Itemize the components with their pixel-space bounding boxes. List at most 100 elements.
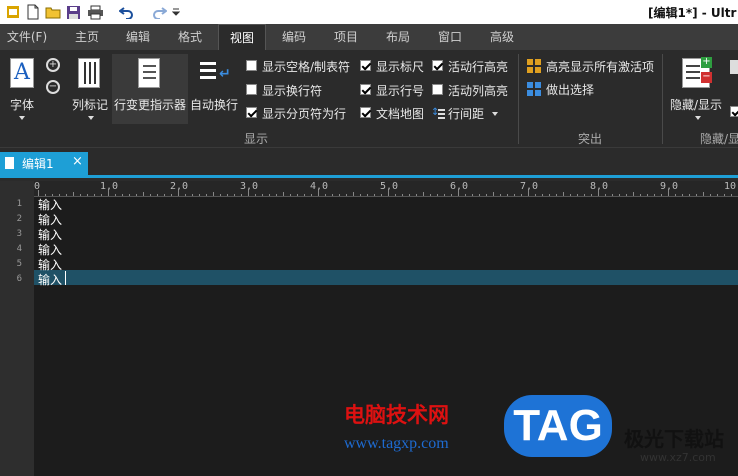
ruler-tick: [458, 190, 459, 196]
ruler-tick: [185, 194, 186, 196]
show-line-numbers-checkbox[interactable]: 显示行号: [358, 82, 428, 98]
show-page-breaks-checkbox[interactable]: 显示分页符为行: [244, 105, 356, 121]
font-label: 字体: [10, 98, 35, 112]
ruler-tick: [598, 190, 599, 196]
save-icon[interactable]: [64, 3, 82, 21]
ruler-number: 3,0: [240, 181, 259, 192]
ruler-number: 8,0: [590, 181, 609, 192]
tab-format[interactable]: 格式: [166, 24, 214, 50]
ruler-tick: [542, 194, 543, 196]
group-separator: [662, 54, 663, 144]
code-line[interactable]: 输入: [38, 271, 62, 288]
ruler-tick: [528, 190, 529, 196]
document-tab[interactable]: 编辑1 ×: [0, 152, 88, 175]
tab-project[interactable]: 项目: [322, 24, 370, 50]
checkbox-label: 显示换行符: [262, 84, 323, 98]
ruler-tick: [388, 190, 389, 196]
tab-window[interactable]: 窗口: [426, 24, 474, 50]
open-folder-icon[interactable]: [44, 3, 62, 21]
ruler-tick: [346, 194, 347, 196]
active-column-highlight-checkbox[interactable]: 活动列高亮: [430, 82, 514, 98]
word-wrap-label: 自动换行: [190, 98, 239, 112]
editor-area[interactable]: 输入 输入 输入 输入 输入 输入 电脑技术网 www.tagxp.com TA…: [34, 197, 738, 476]
ruler-tick: [101, 194, 102, 196]
tab-layout[interactable]: 布局: [374, 24, 422, 50]
ruler-tick: [514, 194, 515, 196]
group-separator: [518, 54, 519, 144]
checkbox-box: [360, 107, 371, 118]
print-icon[interactable]: [86, 3, 104, 21]
line-spacing-label: 行间距: [448, 107, 485, 121]
close-icon[interactable]: ×: [72, 154, 83, 169]
column-marker-button[interactable]: 列标记: [70, 54, 110, 124]
ruler-tick: [416, 194, 417, 196]
checkbox-box: [246, 107, 257, 118]
zoom-out-icon[interactable]: −: [46, 80, 60, 94]
group-label-hide-show: 隐藏/显: [700, 132, 738, 146]
font-button[interactable]: A 字体: [4, 54, 40, 124]
checkbox-box: [360, 60, 371, 71]
show-line-breaks-checkbox[interactable]: 显示换行符: [244, 82, 356, 98]
ruler-tick: [696, 194, 697, 196]
ruler-tick: [472, 194, 473, 196]
ruler-tick: [710, 194, 711, 196]
ruler-tick: [143, 192, 144, 196]
ruler-tick: [136, 194, 137, 196]
ribbon: A 字体 + − 列标记 行变更指示器 ↵ 自动换行 显示空格/制表符 显示换行…: [0, 50, 738, 148]
tab-home[interactable]: 主页: [62, 24, 112, 50]
ruler-tick: [94, 194, 95, 196]
line-change-indicator-button[interactable]: 行变更指示器: [112, 54, 188, 124]
line-change-indicator-label: 行变更指示器: [114, 98, 187, 112]
highlight-all-active-button[interactable]: 高亮显示所有激活项: [526, 57, 658, 75]
ruler-tick: [584, 194, 585, 196]
ruler-tick: [227, 194, 228, 196]
zoom-in-icon[interactable]: +: [46, 58, 60, 72]
active-line-highlight-checkbox[interactable]: 活动行高亮: [430, 58, 514, 74]
side-checkbox[interactable]: [730, 106, 738, 117]
ruler-tick: [108, 190, 109, 196]
checkbox-label: 显示标尺: [376, 60, 425, 74]
redo-icon[interactable]: [150, 3, 168, 21]
ruler-tick: [500, 194, 501, 196]
app-icon[interactable]: [4, 3, 22, 21]
ruler-tick: [66, 194, 67, 196]
column-marker-icon: [78, 58, 100, 88]
ruler-tick: [570, 194, 571, 196]
ruler-tick: [549, 194, 550, 196]
ruler-tick: [486, 194, 487, 196]
ruler-tick: [381, 194, 382, 196]
ruler-tick: [451, 194, 452, 196]
side-panel-icon[interactable]: [730, 60, 738, 74]
show-spaces-tabs-checkbox[interactable]: 显示空格/制表符: [244, 58, 356, 74]
ruler-tick: [325, 194, 326, 196]
line-spacing-dropdown[interactable]: ↕ 行间距: [430, 104, 500, 122]
ruler-tick: [619, 194, 620, 196]
highlight-all-label: 高亮显示所有激活项: [546, 60, 655, 74]
customize-dropdown-icon[interactable]: [170, 3, 182, 21]
make-selection-button[interactable]: 做出选择: [526, 80, 626, 98]
hide-show-button[interactable]: + − 隐藏/显示: [668, 54, 726, 124]
ruler-tick: [171, 194, 172, 196]
column-marker-label: 列标记: [72, 98, 109, 112]
tab-file[interactable]: 文件(F): [0, 24, 54, 50]
group-label-highlight: 突出: [578, 132, 603, 146]
tab-encoding[interactable]: 编码: [270, 24, 318, 50]
show-ruler-checkbox[interactable]: 显示标尺: [358, 58, 428, 74]
tab-advanced[interactable]: 高级: [478, 24, 526, 50]
watermark-site-url: www.tagxp.com: [344, 435, 449, 452]
line-change-indicator-icon: [138, 58, 160, 88]
ruler-number: 2,0: [170, 181, 189, 192]
new-file-icon[interactable]: [24, 3, 42, 21]
tab-view[interactable]: 视图: [218, 24, 266, 50]
document-tab-label: 编辑1: [22, 157, 54, 171]
ruler-tick: [423, 192, 424, 196]
ruler-tick: [192, 194, 193, 196]
selection-grid-icon: [527, 82, 542, 97]
undo-icon[interactable]: [118, 3, 136, 21]
ruler-tick: [521, 194, 522, 196]
line-spacing-dropdown-icon: [492, 112, 498, 116]
checkbox-box: [432, 60, 443, 71]
document-map-checkbox[interactable]: 文档地图: [358, 105, 428, 121]
word-wrap-button[interactable]: ↵ 自动换行: [190, 54, 240, 124]
tab-edit[interactable]: 编辑: [114, 24, 162, 50]
